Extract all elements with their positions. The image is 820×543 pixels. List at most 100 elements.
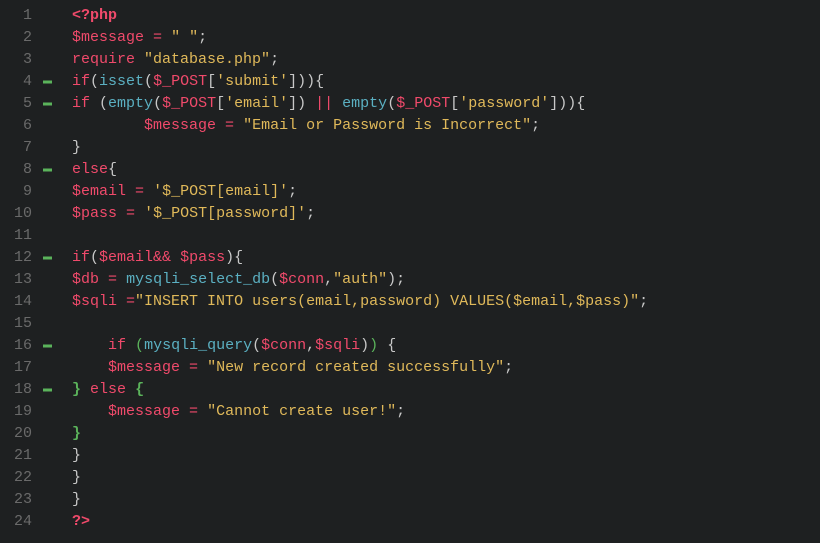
token	[126, 381, 135, 398]
token	[144, 183, 153, 200]
token: require	[72, 51, 135, 68]
token	[162, 29, 171, 46]
code-line[interactable]: } else {	[72, 379, 820, 401]
token	[180, 359, 189, 376]
fold-marker-icon[interactable]	[43, 169, 52, 172]
code-line[interactable]: $db = mysqli_select_db($conn,"auth");	[72, 269, 820, 291]
fold-marker-icon[interactable]	[43, 103, 52, 106]
code-editor[interactable]: 123456789101112131415161718192021222324 …	[0, 5, 820, 533]
token: $_POST	[396, 95, 450, 112]
token: )	[369, 337, 378, 354]
token: (	[144, 73, 153, 90]
line-number: 23	[0, 489, 58, 511]
token: [	[207, 73, 216, 90]
token: ])	[288, 95, 315, 112]
code-line[interactable]: }	[72, 445, 820, 467]
code-line[interactable]: }	[72, 423, 820, 445]
token: =	[189, 403, 198, 420]
token: ;	[306, 205, 315, 222]
code-line[interactable]: }	[72, 467, 820, 489]
token: mysqli_select_db	[126, 271, 270, 288]
code-line[interactable]: $message = "Email or Password is Incorre…	[72, 115, 820, 137]
code-line[interactable]: }	[72, 137, 820, 159]
token: [	[450, 95, 459, 112]
line-number: 18	[0, 379, 58, 401]
token	[117, 205, 126, 222]
token: {	[108, 161, 117, 178]
code-line[interactable]: $message = "New record created successfu…	[72, 357, 820, 379]
token: ])){	[549, 95, 585, 112]
token: =	[153, 29, 162, 46]
token: '$_POST[password]'	[144, 205, 306, 222]
code-line[interactable]	[72, 313, 820, 335]
token: 'submit'	[216, 73, 288, 90]
token: (	[387, 95, 396, 112]
token: ;	[198, 29, 207, 46]
code-line[interactable]: $pass = '$_POST[password]';	[72, 203, 820, 225]
token: {	[387, 337, 396, 354]
token: if	[108, 337, 126, 354]
line-number: 19	[0, 401, 58, 423]
fold-marker-icon[interactable]	[43, 389, 52, 392]
token: $message	[108, 403, 180, 420]
token	[72, 359, 108, 376]
token	[198, 403, 207, 420]
code-line[interactable]: if($email&& $pass){	[72, 247, 820, 269]
token	[72, 337, 108, 354]
token: ,	[306, 337, 315, 354]
token: '$_POST[email]'	[153, 183, 288, 200]
fold-marker-icon[interactable]	[43, 345, 52, 348]
code-line[interactable]: <?php	[72, 5, 820, 27]
token	[216, 117, 225, 134]
token: $email	[72, 183, 126, 200]
line-number-gutter: 123456789101112131415161718192021222324	[0, 5, 58, 533]
code-line[interactable]: }	[72, 489, 820, 511]
fold-marker-icon[interactable]	[43, 81, 52, 84]
token: ])){	[288, 73, 324, 90]
token: ;	[504, 359, 513, 376]
code-line[interactable]: ?>	[72, 511, 820, 533]
token: ;	[288, 183, 297, 200]
token: }	[72, 425, 81, 442]
code-line[interactable]: $message = " ";	[72, 27, 820, 49]
line-number: 8	[0, 159, 58, 181]
line-number: 1	[0, 5, 58, 27]
token: =	[108, 271, 117, 288]
token: if	[72, 249, 90, 266]
code-line[interactable]: $sqli ="INSERT INTO users(email,password…	[72, 291, 820, 313]
token: $email	[99, 249, 153, 266]
token: ||	[315, 95, 333, 112]
code-line[interactable]	[72, 225, 820, 247]
code-line[interactable]: if(isset($_POST['submit'])){	[72, 71, 820, 93]
code-line[interactable]: $message = "Cannot create user!";	[72, 401, 820, 423]
token: ;	[396, 403, 405, 420]
token: "INSERT INTO users(email,password) VALUE…	[135, 293, 639, 310]
fold-marker-icon[interactable]	[43, 257, 52, 260]
line-number: 24	[0, 511, 58, 533]
token: ;	[639, 293, 648, 310]
token: }	[72, 381, 81, 398]
code-line[interactable]: require "database.php";	[72, 49, 820, 71]
token: empty	[342, 95, 387, 112]
token	[378, 337, 387, 354]
token	[117, 293, 126, 310]
token: "auth"	[333, 271, 387, 288]
token	[333, 95, 342, 112]
token	[90, 95, 99, 112]
token: $message	[108, 359, 180, 376]
code-line[interactable]: else{	[72, 159, 820, 181]
token	[144, 29, 153, 46]
code-line[interactable]: if (empty($_POST['email']) || empty($_PO…	[72, 93, 820, 115]
token	[99, 271, 108, 288]
line-number: 13	[0, 269, 58, 291]
token: ;	[270, 51, 279, 68]
line-number: 20	[0, 423, 58, 445]
token: (	[135, 337, 144, 354]
code-line[interactable]: if (mysqli_query($conn,$sqli)) {	[72, 335, 820, 357]
code-line[interactable]: $email = '$_POST[email]';	[72, 181, 820, 203]
token: =	[126, 205, 135, 222]
code-content[interactable]: <?php$message = " ";require "database.ph…	[58, 5, 820, 533]
line-number: 17	[0, 357, 58, 379]
token: $conn	[261, 337, 306, 354]
token: (	[99, 95, 108, 112]
